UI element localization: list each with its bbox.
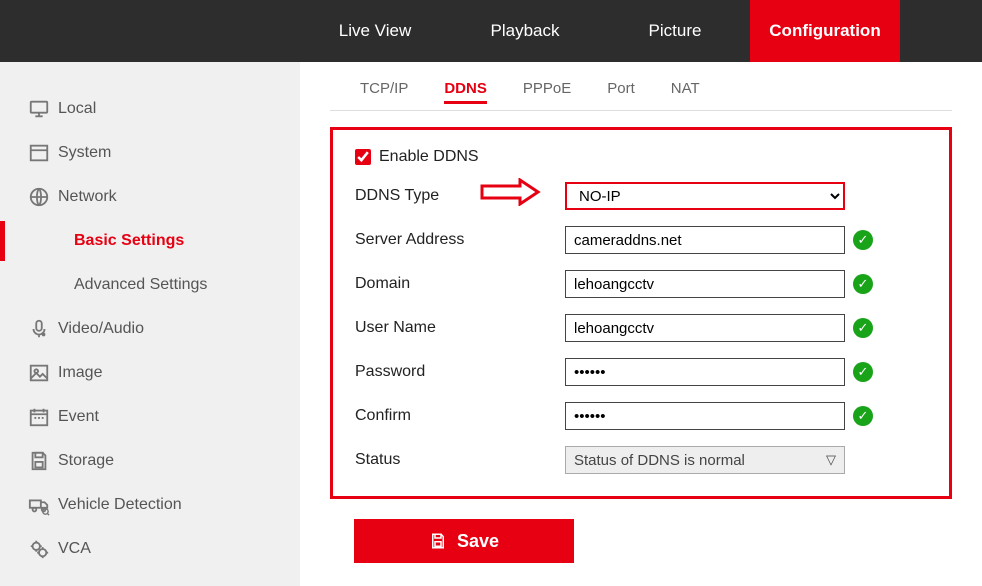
save-button-label: Save: [457, 531, 499, 552]
domain-input[interactable]: [565, 270, 845, 298]
check-icon: ✓: [853, 406, 873, 426]
password-label: Password: [355, 363, 565, 381]
sidebar-item-label: Image: [58, 364, 102, 382]
sidebar-item-label: Vehicle Detection: [58, 496, 182, 514]
sidebar-item-label: System: [58, 144, 111, 162]
password-input[interactable]: [565, 358, 845, 386]
server-address-input[interactable]: [565, 226, 845, 254]
username-row: User Name ✓: [355, 314, 927, 342]
enable-ddns-checkbox[interactable]: [355, 149, 371, 165]
username-input[interactable]: [565, 314, 845, 342]
tab-port[interactable]: Port: [607, 80, 635, 104]
tabs-bar: TCP/IP DDNS PPPoE Port NAT: [330, 80, 952, 111]
tab-ddns[interactable]: DDNS: [444, 80, 487, 104]
save-icon: [429, 532, 447, 550]
check-icon: ✓: [853, 230, 873, 250]
server-address-row: Server Address ✓: [355, 226, 927, 254]
status-readonly-select: Status of DDNS is normal ▽: [565, 446, 845, 474]
sidebar-item-storage[interactable]: Storage: [28, 439, 300, 483]
sidebar-item-label: Advanced Settings: [74, 276, 207, 294]
check-icon: ✓: [853, 274, 873, 294]
sidebar-item-label: VCA: [58, 540, 91, 558]
monitor-icon: [28, 98, 58, 120]
sidebar-item-label: Storage: [58, 452, 114, 470]
sidebar-item-event[interactable]: Event: [28, 395, 300, 439]
ddns-form-panel: Enable DDNS DDNS Type NO-IP Server Addre…: [330, 127, 952, 499]
status-label: Status: [355, 451, 565, 469]
mic-icon: [28, 318, 58, 340]
nav-playback[interactable]: Playback: [450, 0, 600, 62]
sidebar-item-label: Basic Settings: [74, 232, 184, 250]
ddns-type-row: DDNS Type NO-IP: [355, 182, 927, 210]
confirm-label: Confirm: [355, 407, 565, 425]
tab-pppoe[interactable]: PPPoE: [523, 80, 571, 104]
nav-configuration[interactable]: Configuration: [750, 0, 900, 62]
nav-live-view[interactable]: Live View: [300, 0, 450, 62]
sidebar-item-network[interactable]: Network: [28, 175, 300, 219]
ddns-type-label: DDNS Type: [355, 187, 565, 205]
check-icon: ✓: [853, 318, 873, 338]
sidebar-item-local[interactable]: Local: [28, 87, 300, 131]
window-icon: [28, 142, 58, 164]
truck-icon: [28, 494, 58, 516]
nav-picture[interactable]: Picture: [600, 0, 750, 62]
sidebar: Local System Network Basic Settings Adva…: [0, 62, 300, 586]
domain-row: Domain ✓: [355, 270, 927, 298]
sidebar-item-image[interactable]: Image: [28, 351, 300, 395]
sidebar-item-vca[interactable]: VCA: [28, 527, 300, 571]
status-row: Status Status of DDNS is normal ▽: [355, 446, 927, 474]
save-icon: [28, 450, 58, 472]
sidebar-item-system[interactable]: System: [28, 131, 300, 175]
status-value: Status of DDNS is normal: [574, 452, 745, 469]
enable-ddns-row: Enable DDNS: [355, 148, 927, 166]
password-row: Password ✓: [355, 358, 927, 386]
content-area: TCP/IP DDNS PPPoE Port NAT Enable DDNS D…: [300, 62, 982, 586]
check-icon: ✓: [853, 362, 873, 382]
domain-label: Domain: [355, 275, 565, 293]
sidebar-item-advanced-settings[interactable]: Advanced Settings: [28, 263, 300, 307]
globe-icon: [28, 186, 58, 208]
ddns-type-select[interactable]: NO-IP: [565, 182, 845, 210]
enable-ddns-label: Enable DDNS: [379, 148, 479, 166]
top-navbar: Live View Playback Picture Configuration: [0, 0, 982, 62]
save-button[interactable]: Save: [354, 519, 574, 563]
sidebar-item-label: Video/Audio: [58, 320, 144, 338]
sidebar-item-video-audio[interactable]: Video/Audio: [28, 307, 300, 351]
username-label: User Name: [355, 319, 565, 337]
server-address-label: Server Address: [355, 231, 565, 249]
gears-icon: [28, 538, 58, 560]
calendar-icon: [28, 406, 58, 428]
confirm-input[interactable]: [565, 402, 845, 430]
confirm-row: Confirm ✓: [355, 402, 927, 430]
sidebar-item-basic-settings[interactable]: Basic Settings: [28, 219, 300, 263]
sidebar-item-label: Network: [58, 188, 117, 206]
sidebar-item-label: Event: [58, 408, 99, 426]
tab-nat[interactable]: NAT: [671, 80, 700, 104]
image-icon: [28, 362, 58, 384]
sidebar-item-label: Local: [58, 100, 96, 118]
navbar-spacer: [0, 0, 300, 62]
chevron-down-icon: ▽: [826, 452, 836, 468]
tab-tcpip[interactable]: TCP/IP: [360, 80, 408, 104]
sidebar-item-vehicle-detection[interactable]: Vehicle Detection: [28, 483, 300, 527]
